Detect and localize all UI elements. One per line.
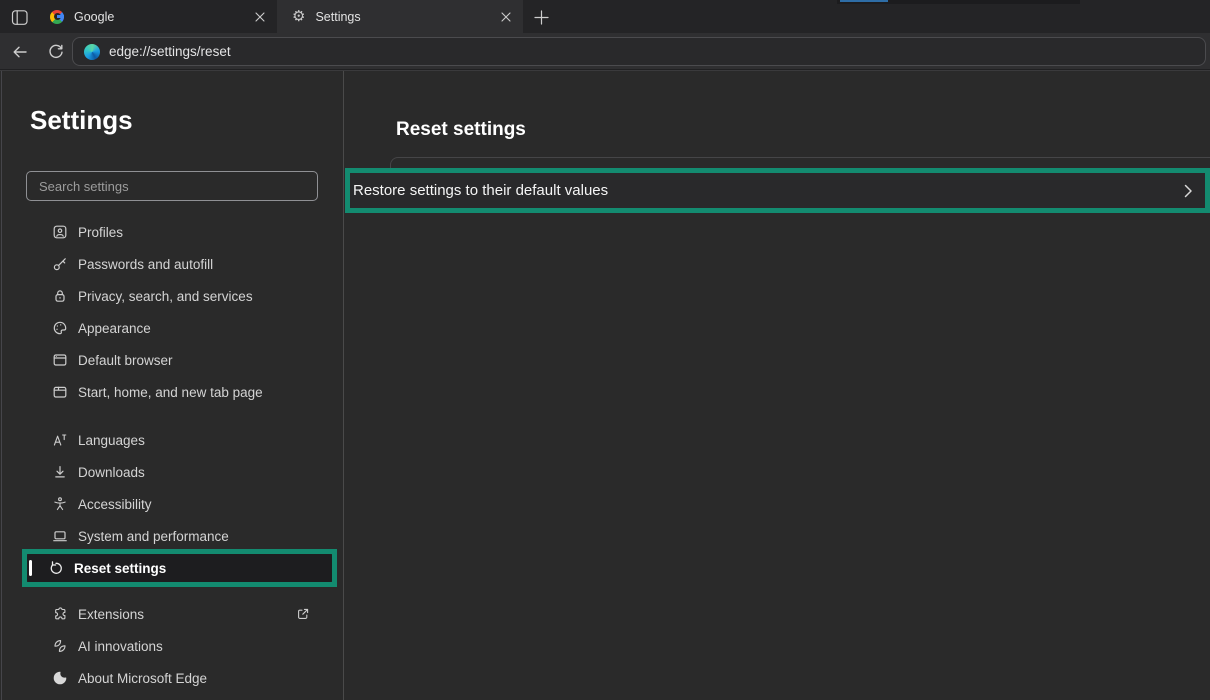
reset-arrow-icon: [48, 560, 64, 576]
sidebar-item-label: Extensions: [78, 607, 144, 622]
sidebar-item-label: About Microsoft Edge: [78, 671, 207, 686]
sidebar-item-accessibility[interactable]: Accessibility: [22, 488, 337, 520]
annotation-box-sidebar: [22, 549, 337, 587]
sidebar-item-start-home-new-tab[interactable]: Start, home, and new tab page: [22, 376, 337, 408]
sidebar-item-profiles[interactable]: Profiles: [22, 216, 337, 248]
url-text: edge://settings/reset: [109, 44, 231, 59]
sidebar-item-appearance[interactable]: Appearance: [22, 312, 337, 344]
languages-icon: [52, 432, 68, 448]
reload-icon: [47, 43, 65, 61]
ai-petals-icon: [52, 638, 68, 654]
edge-favicon-icon: [84, 44, 100, 60]
sidebar-item-about-microsoft-edge[interactable]: About Microsoft Edge: [22, 662, 337, 694]
sidebar-item-label: System and performance: [78, 529, 229, 544]
browser-window-icon: [52, 352, 68, 368]
reset-settings-pane: Reset settings Restore settings to their…: [344, 71, 1210, 700]
tab-title: Settings: [315, 10, 497, 24]
tab-strip: Google ⚙ Settings: [0, 0, 1210, 33]
sidebar-item-label: AI innovations: [78, 639, 163, 654]
sidebar-item-label: Languages: [78, 433, 145, 448]
edge-logo-icon: [52, 670, 68, 686]
tab-google[interactable]: Google: [35, 0, 277, 33]
sidebar-item-ai-innovations[interactable]: AI innovations: [22, 630, 337, 662]
sidebar-item-label: Downloads: [78, 465, 145, 480]
settings-page: Settings Profiles Passwords and autofill: [0, 70, 1210, 700]
page-title: Settings: [30, 105, 133, 136]
sidebar-item-languages[interactable]: Languages: [22, 424, 337, 456]
sidebar-item-label: Default browser: [78, 353, 173, 368]
sidebar-item-passwords-and-autofill[interactable]: Passwords and autofill: [22, 248, 337, 280]
reload-button[interactable]: [43, 39, 69, 65]
restore-settings-label: Restore settings to their default values: [353, 182, 608, 199]
sidebar-item-label: Reset settings: [74, 561, 166, 576]
search-settings-input[interactable]: [26, 171, 318, 201]
address-bar[interactable]: edge://settings/reset: [72, 37, 1206, 66]
palette-icon: [52, 320, 68, 336]
restore-settings-row[interactable]: Restore settings to their default values: [345, 168, 1210, 213]
tab-actions-button[interactable]: [8, 5, 32, 29]
plus-icon: [534, 10, 549, 25]
accessibility-figure-icon: [52, 496, 68, 512]
key-icon: [52, 256, 68, 272]
laptop-icon: [52, 528, 68, 544]
settings-sidebar: Settings Profiles Passwords and autofill: [0, 71, 343, 700]
close-tab-icon[interactable]: [251, 8, 269, 26]
tab-actions-icon: [11, 9, 29, 26]
profiles-icon: [52, 224, 68, 240]
google-favicon-icon: [50, 10, 64, 24]
sidebar-item-label: Profiles: [78, 225, 123, 240]
sidebar-item-label: Accessibility: [78, 497, 152, 512]
window-tab-icon: [52, 384, 68, 400]
background-window-accent: [840, 0, 888, 2]
new-tab-button[interactable]: [530, 6, 552, 28]
sidebar-item-extensions[interactable]: Extensions: [22, 598, 337, 630]
lock-icon: [52, 288, 68, 304]
download-arrow-icon: [52, 464, 68, 480]
back-button[interactable]: [7, 39, 33, 65]
browser-toolbar: edge://settings/reset: [0, 33, 1210, 70]
section-heading: Reset settings: [396, 119, 526, 141]
sidebar-item-label: Appearance: [78, 321, 151, 336]
sidebar-item-privacy-search-services[interactable]: Privacy, search, and services: [22, 280, 337, 312]
sidebar-item-label: Passwords and autofill: [78, 257, 213, 272]
back-arrow-icon: [11, 43, 29, 61]
tab-settings[interactable]: ⚙ Settings: [277, 0, 523, 33]
gear-favicon-icon: ⚙: [292, 9, 305, 24]
sidebar-item-downloads[interactable]: Downloads: [22, 456, 337, 488]
close-tab-icon[interactable]: [497, 8, 515, 26]
chevron-right-icon: [1183, 183, 1193, 199]
external-link-icon: [295, 606, 311, 622]
puzzle-icon: [52, 606, 68, 622]
sidebar-item-label: Start, home, and new tab page: [78, 385, 263, 400]
sidebar-item-system-and-performance[interactable]: System and performance: [22, 520, 337, 552]
sidebar-nav: Profiles Passwords and autofill Privacy,…: [0, 216, 343, 694]
sidebar-item-default-browser[interactable]: Default browser: [22, 344, 337, 376]
selected-indicator: [29, 560, 32, 576]
tab-title: Google: [74, 10, 251, 24]
sidebar-item-reset-settings[interactable]: Reset settings: [27, 554, 332, 582]
sidebar-item-label: Privacy, search, and services: [78, 289, 253, 304]
